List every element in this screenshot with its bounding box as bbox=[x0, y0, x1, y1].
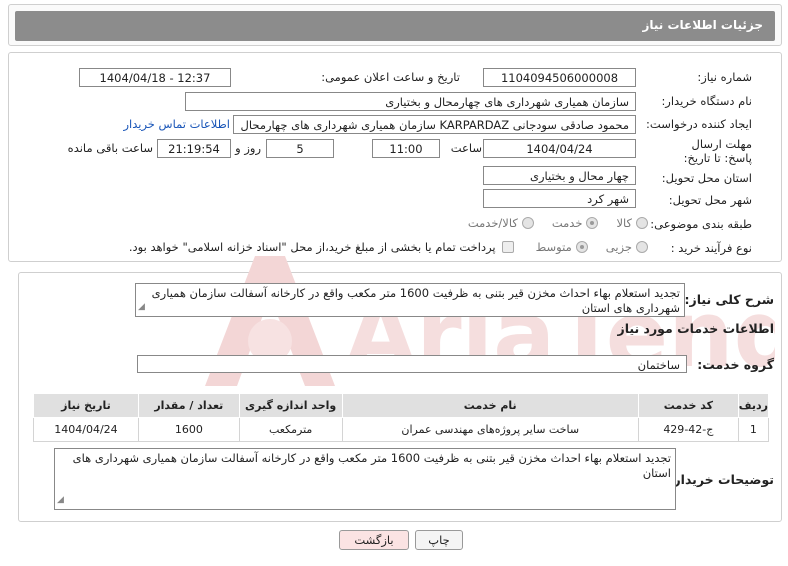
radio-selected-icon bbox=[575, 241, 588, 253]
process-label: نوع فرآیند خرید : bbox=[670, 241, 752, 255]
service-group-field: ساختمان bbox=[137, 355, 687, 373]
summary-textarea: تجدید استعلام بهاء احداث مخزن قیر بتنی ب… bbox=[135, 283, 685, 317]
days-label: روز و bbox=[235, 141, 261, 155]
process-radio-group: جزیی متوسط پرداخت تمام یا بخشی از مبلغ خ… bbox=[129, 240, 648, 254]
category-label: طبقه بندی موضوعی: bbox=[650, 217, 752, 231]
payment-checkbox-item[interactable]: پرداخت تمام یا بخشی از مبلغ خرید،از محل … bbox=[129, 240, 514, 254]
col-unit-header: واحد اندازه گیری bbox=[238, 393, 343, 418]
table-header-row: ردیف کد خدمت نام خدمت واحد اندازه گیری ت… bbox=[33, 393, 770, 418]
print-button[interactable]: چاپ bbox=[415, 530, 463, 550]
table-row: 1 ج-42-429 ساخت سایر پروژه‌های مهندسی عم… bbox=[33, 417, 770, 442]
contact-buyer-link[interactable]: اطلاعات تماس خریدار bbox=[123, 117, 230, 131]
cell-unit: مترمکعب bbox=[238, 417, 343, 442]
summary-label: شرح کلی نیاز: bbox=[684, 292, 774, 307]
category-option-goods[interactable]: کالا bbox=[616, 216, 648, 230]
cell-date: 1404/04/24 bbox=[33, 417, 139, 442]
back-button[interactable]: بازگشت bbox=[339, 530, 409, 550]
summary-text: تجدید استعلام بهاء احداث مخزن قیر بتنی ب… bbox=[151, 286, 680, 315]
radio-icon bbox=[636, 217, 648, 229]
province-label: استان محل تحویل: bbox=[661, 171, 752, 185]
creator-field: محمود صادقی سودجانی KARPARDAZ سازمان همی… bbox=[233, 115, 636, 134]
announce-field: 1404/04/18 - 12:37 bbox=[79, 68, 231, 87]
services-section-title: اطلاعات خدمات مورد نیاز bbox=[617, 321, 775, 336]
services-table: ردیف کد خدمت نام خدمت واحد اندازه گیری ت… bbox=[33, 393, 770, 442]
service-group-label: گروه خدمت: bbox=[697, 357, 774, 372]
city-label: شهر محل تحویل: bbox=[668, 193, 752, 207]
province-field: چهار محال و بختیاری bbox=[483, 166, 636, 185]
need-number-field: 1104094506000008 bbox=[483, 68, 636, 87]
col-qty-header: تعداد / مقدار bbox=[137, 393, 240, 418]
col-date-header: تاریخ نیاز bbox=[33, 393, 139, 418]
checkbox-icon bbox=[501, 241, 514, 253]
buyer-notes-text: تجدید استعلام بهاء احداث مخزن قیر بتنی ب… bbox=[72, 451, 671, 480]
resize-handle-icon[interactable]: ◢ bbox=[138, 300, 145, 315]
deadline-time-label: ساعت bbox=[450, 141, 482, 155]
cell-code: ج-42-429 bbox=[637, 417, 739, 442]
process-option-minor[interactable]: جزیی bbox=[606, 240, 648, 254]
radio-selected-icon bbox=[586, 217, 599, 229]
col-row-header: ردیف bbox=[737, 393, 770, 418]
city-field: شهر کرد bbox=[483, 189, 636, 208]
col-name-header: نام خدمت bbox=[341, 393, 639, 418]
category-option-goods-service[interactable]: کالا/خدمت bbox=[468, 216, 534, 230]
remaining-time-field: 21:19:54 bbox=[157, 139, 231, 158]
cell-name: ساخت سایر پروژه‌های مهندسی عمران bbox=[341, 417, 639, 442]
cell-qty: 1600 bbox=[137, 417, 240, 442]
radio-icon bbox=[521, 217, 534, 229]
col-code-header: کد خدمت bbox=[637, 393, 739, 418]
buyer-org-label: نام دستگاه خریدار: bbox=[661, 94, 752, 108]
days-field: 5 bbox=[266, 139, 334, 158]
cell-row: 1 bbox=[737, 417, 770, 442]
announce-label: تاریخ و ساعت اعلان عمومی: bbox=[321, 70, 460, 84]
category-option-service[interactable]: خدمت bbox=[552, 216, 599, 230]
remaining-label: ساعت باقی مانده bbox=[67, 141, 153, 155]
buyer-notes-label: توضیحات خریدار: bbox=[668, 472, 774, 487]
category-radio-group: کالا خدمت کالا/خدمت bbox=[468, 216, 648, 230]
process-option-medium[interactable]: متوسط bbox=[536, 240, 588, 254]
creator-label: ایجاد کننده درخواست: bbox=[646, 117, 752, 131]
resize-handle-icon[interactable]: ◢ bbox=[57, 493, 64, 508]
deadline-time-field: 11:00 bbox=[372, 139, 440, 158]
header-panel: جزئیات اطلاعات نیاز bbox=[8, 4, 782, 46]
deadline-date-field: 1404/04/24 bbox=[483, 139, 636, 158]
header-bar: جزئیات اطلاعات نیاز bbox=[15, 11, 775, 41]
page-title: جزئیات اطلاعات نیاز bbox=[642, 18, 763, 32]
radio-icon bbox=[636, 241, 648, 253]
deadline-label: مهلت ارسال پاسخ: تا تاریخ: bbox=[683, 137, 752, 165]
buyer-notes-textarea: تجدید استعلام بهاء احداث مخزن قیر بتنی ب… bbox=[54, 448, 676, 510]
buyer-org-field: سازمان همیاری شهرداری های چهارمحال و بخت… bbox=[185, 92, 636, 111]
need-number-label: شماره نیاز: bbox=[697, 70, 752, 84]
